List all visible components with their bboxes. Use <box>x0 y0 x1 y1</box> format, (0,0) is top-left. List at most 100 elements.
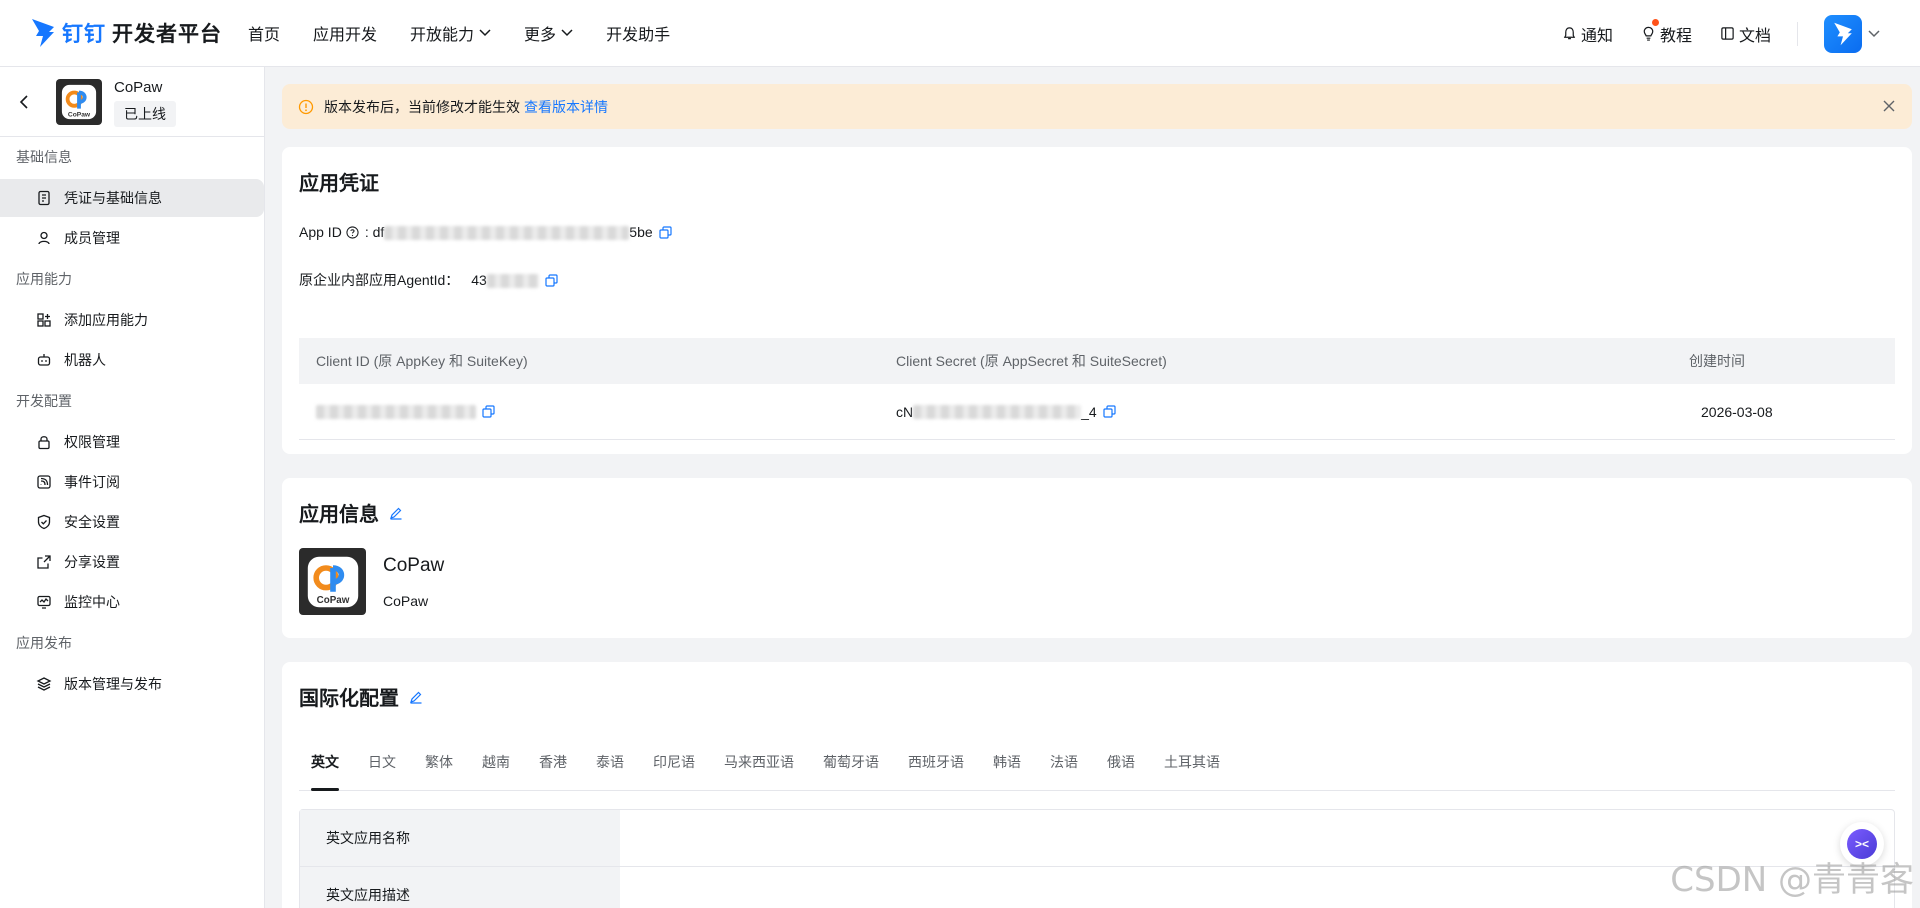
language-tabs: 英文 日文 繁体 越南 香港 泰语 印尼语 马来西亚语 葡萄牙语 西班牙语 韩语 法语 俄语 土耳其语 <box>299 749 1895 791</box>
notice-banner: 版本发布后，当前修改才能生效 查看版本详情 <box>282 84 1912 129</box>
app-info-row: CoPaw CoPaw CoPaw <box>299 548 1895 615</box>
tab-language[interactable]: 英文 <box>299 749 351 791</box>
masked-value <box>486 274 539 289</box>
robot-icon <box>37 354 51 366</box>
sidebar-group-title: 开发配置 <box>16 393 72 409</box>
copy-icon[interactable] <box>545 274 558 287</box>
nav-item-1[interactable]: 应用开发 <box>313 21 377 45</box>
masked-value <box>913 404 1082 419</box>
sidebar-item-label: 事件订阅 <box>64 474 120 490</box>
app-name: CoPaw <box>114 79 163 96</box>
nav-item-4[interactable]: 开发助手 <box>606 21 670 45</box>
sidebar-item-label: 分享设置 <box>64 554 120 570</box>
help-icon[interactable] <box>346 226 359 239</box>
sidebar-item[interactable]: 安全设置 <box>0 503 264 541</box>
edit-icon[interactable] <box>409 690 423 704</box>
sidebar-item[interactable]: 分享设置 <box>0 543 264 581</box>
rss-icon <box>37 475 51 489</box>
watermark: CSDN @青青客 <box>1670 860 1914 900</box>
tab-language[interactable]: 韩语 <box>981 749 1033 791</box>
brand-text: 钉钉 开发者平台 <box>62 23 222 46</box>
credential-icon <box>38 190 50 206</box>
app-info-card: 应用信息 CoPaw CoPaw CoPaw <box>282 478 1912 638</box>
col-client-id: Client ID (原 AppKey 和 SuiteKey) <box>316 353 528 370</box>
nav-item-0[interactable]: 首页 <box>248 21 280 45</box>
view-version-link[interactable]: 查看版本详情 <box>524 99 608 115</box>
sidebar-item-label: 成员管理 <box>64 230 120 246</box>
tab-language[interactable]: 马来西亚语 <box>712 749 806 791</box>
credentials-table: Client ID (原 AppKey 和 SuiteKey) Client S… <box>299 338 1895 441</box>
tab-language[interactable]: 俄语 <box>1095 749 1147 791</box>
nav-item-2[interactable]: 开放能力 <box>410 21 491 45</box>
app-logo-large: CoPaw <box>299 548 366 615</box>
chevron-down-icon <box>479 29 491 37</box>
sidebar-item[interactable]: 事件订阅 <box>0 463 264 501</box>
divider <box>1797 21 1798 46</box>
masked-value <box>316 404 476 419</box>
sidebar-item[interactable]: 凭证与基础信息 <box>0 179 264 217</box>
tab-language[interactable]: 印尼语 <box>641 749 707 791</box>
user-avatar[interactable] <box>1824 14 1862 53</box>
intl-card: 国际化配置 英文 日文 繁体 越南 香港 泰语 印尼语 马来西亚语 葡萄牙语 西班牙语 韩语 法语 俄语… <box>282 662 1912 908</box>
notify-link[interactable]: 通知 <box>1562 22 1613 46</box>
edit-icon[interactable] <box>389 506 403 520</box>
app-id-value: : df 5be <box>364 224 653 241</box>
sidebar-item[interactable]: 版本管理与发布 <box>0 665 264 703</box>
tab-language[interactable]: 繁体 <box>413 749 465 791</box>
tab-language[interactable]: 日文 <box>356 749 408 791</box>
sidebar-group-title: 基础信息 <box>16 149 72 165</box>
monitor-icon <box>37 595 51 609</box>
layers-icon <box>36 677 52 691</box>
user-icon <box>38 231 50 245</box>
chevron-down-icon[interactable] <box>1868 29 1880 38</box>
sidebar-item[interactable]: 成员管理 <box>0 219 264 257</box>
copy-icon[interactable] <box>659 226 672 239</box>
sidebar-item[interactable]: 权限管理 <box>0 423 264 461</box>
sidebar-item-label: 安全设置 <box>64 514 120 530</box>
credentials-title: 应用凭证 <box>299 173 379 195</box>
masked-value <box>384 226 630 241</box>
credentials-card: 应用凭证 App ID : df 5be 原企业内部应用AgentId： 43 C… <box>282 147 1912 454</box>
tab-language[interactable]: 葡萄牙语 <box>811 749 891 791</box>
nav-item-3[interactable]: 更多 <box>524 21 573 45</box>
created-date-cell: 2026-03-08 <box>1701 403 1773 420</box>
copaw-logo-icon: CoPaw <box>61 84 97 120</box>
copy-icon[interactable] <box>1103 405 1116 418</box>
unread-dot <box>1651 18 1659 26</box>
sidebar-item[interactable]: 监控中心 <box>0 583 264 621</box>
col-client-secret: Client Secret (原 AppSecret 和 SuiteSecret… <box>896 353 1167 370</box>
tab-language[interactable]: 香港 <box>527 749 579 791</box>
table-header: Client ID (原 AppKey 和 SuiteKey) Client S… <box>299 338 1895 385</box>
info-warning-icon <box>298 99 314 114</box>
close-icon[interactable] <box>1882 99 1896 113</box>
agent-id-row: 原企业内部应用AgentId： 43 <box>299 270 1895 290</box>
col-created: 创建时间 <box>1689 353 1745 370</box>
agent-id-value: 43 <box>471 272 539 289</box>
form-label: 英文应用名称 <box>300 810 620 866</box>
brand[interactable]: 钉钉 开发者平台 <box>30 18 248 48</box>
tab-language[interactable]: 土耳其语 <box>1152 749 1232 791</box>
copy-icon[interactable] <box>482 405 495 418</box>
back-arrow-icon[interactable] <box>18 94 30 110</box>
app-logo-small: CoPaw <box>56 79 102 125</box>
table-row: cN _4 2026-03-08 <box>299 384 1895 441</box>
tab-language[interactable]: 西班牙语 <box>896 749 976 791</box>
docs-link[interactable]: 文档 <box>1720 22 1771 46</box>
app-id-row: App ID : df 5be <box>299 224 1895 241</box>
client-secret-cell: cN _4 <box>896 404 1657 420</box>
tutorial-link[interactable]: 教程 <box>1641 18 1692 46</box>
tab-language[interactable]: 法语 <box>1038 749 1090 791</box>
tab-language[interactable]: 泰语 <box>584 749 636 791</box>
tab-language[interactable]: 越南 <box>470 749 522 791</box>
sidebar-item[interactable]: 添加应用能力 <box>0 301 264 339</box>
top-right-actions: 通知 教程 文档 <box>1534 0 1880 67</box>
notice-text: 版本发布后，当前修改才能生效 查看版本详情 <box>324 98 608 115</box>
book-icon <box>1721 27 1734 40</box>
intl-form-table: 英文应用名称 英文应用描述 <box>299 809 1895 908</box>
lightbulb-icon <box>1643 26 1654 41</box>
intl-title: 国际化配置 <box>299 682 1895 711</box>
sidebar-item-label: 版本管理与发布 <box>64 676 162 692</box>
sidebar-group-title: 应用发布 <box>16 635 72 651</box>
sidebar-item-label: 权限管理 <box>64 434 120 450</box>
sidebar-item[interactable]: 机器人 <box>0 341 264 379</box>
